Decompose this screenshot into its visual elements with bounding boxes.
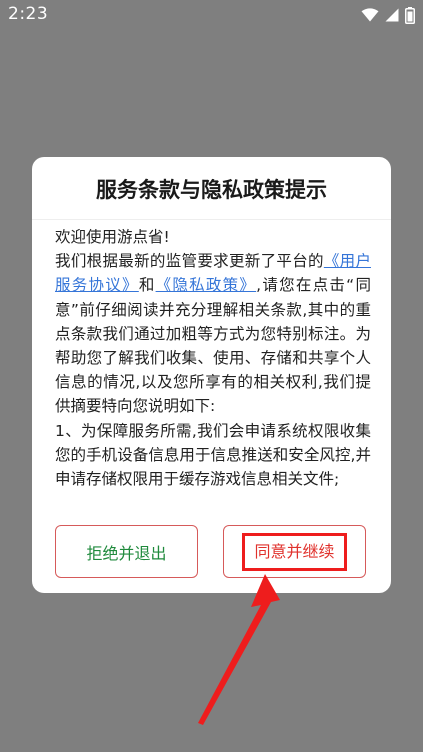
arrow-shape — [198, 574, 280, 725]
agree-and-continue-button[interactable]: 同意并继续 — [223, 525, 366, 578]
privacy-policy-dialog: 服务条款与隐私政策提示 欢迎使用游点省! 我们根据最新的监管要求更新了平台的《用… — [32, 157, 391, 593]
status-time: 2:23 — [8, 4, 49, 24]
status-icons — [361, 6, 415, 24]
title-divider — [32, 219, 391, 220]
intro-text: 我们根据最新的监管要求更新了平台的 — [55, 252, 324, 271]
battery-icon — [405, 6, 415, 24]
greeting-text: 欢迎使用游点省! — [55, 228, 170, 246]
reject-button-label: 拒绝并退出 — [86, 543, 167, 563]
reject-and-exit-button[interactable]: 拒绝并退出 — [55, 525, 198, 578]
consent-text: ,请您在点击“同意”前仔细阅读并充分理解相关条款,其中的重点条款我们通过加粗等方… — [55, 276, 371, 416]
wifi-icon — [361, 8, 379, 22]
permission-item-1: 1、为保障服务所需,我们会申请系统权限收集您的手机设备信息用于信息推送和安全风控… — [55, 421, 371, 489]
privacy-policy-link[interactable]: 《隐私政策》 — [156, 276, 257, 294]
dialog-body[interactable]: 欢迎使用游点省! 我们根据最新的监管要求更新了平台的《用户服务协议》和《隐私政策… — [55, 225, 371, 505]
dialog-title: 服务条款与隐私政策提示 — [96, 178, 327, 202]
agree-button-label: 同意并继续 — [242, 532, 347, 571]
and-text: 和 — [138, 276, 156, 295]
status-bar: 2:23 — [0, 0, 423, 30]
signal-icon — [385, 8, 399, 22]
policy-paragraph: 我们根据最新的监管要求更新了平台的《用户服务协议》和《隐私政策》,请您在点击“同… — [55, 249, 371, 418]
